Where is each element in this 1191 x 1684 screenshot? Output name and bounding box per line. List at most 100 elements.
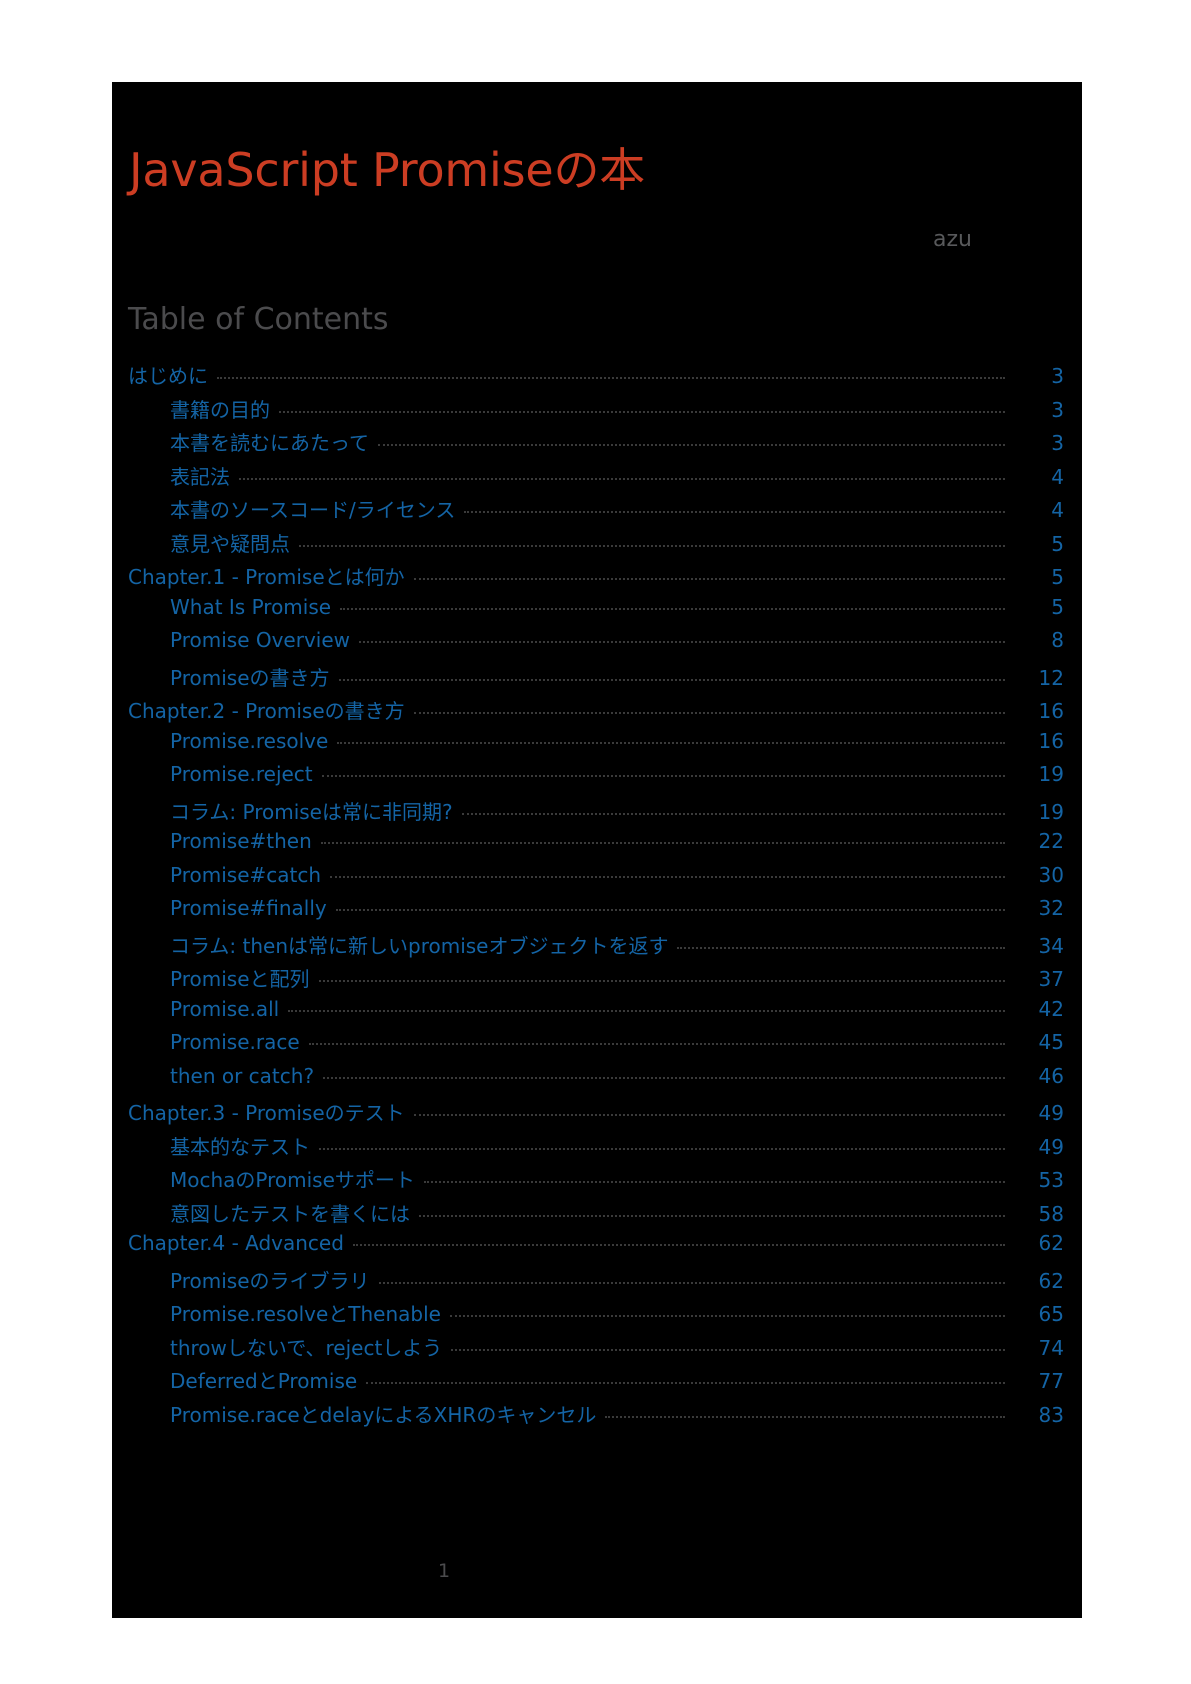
toc-entry-page-number: 74 <box>1038 1335 1064 1360</box>
toc-entry[interactable]: 意見や疑問点 5 <box>112 528 1082 562</box>
toc-dot-leader <box>449 1314 1005 1317</box>
toc-entry[interactable]: throwしないで、rejectしよう 74 <box>112 1332 1082 1366</box>
toc-entry[interactable]: Promise.resolve 16 <box>112 729 1082 763</box>
toc-dot-leader <box>338 678 1005 681</box>
toc-dot-leader <box>337 741 1005 744</box>
toc-entry[interactable]: 書籍の目的 3 <box>112 394 1082 428</box>
toc-entry-page-number: 53 <box>1038 1168 1064 1192</box>
toc-dot-leader <box>423 1180 1005 1183</box>
toc-entry-label: then or catch? <box>170 1063 315 1088</box>
toc-dot-leader <box>677 946 1005 949</box>
toc-entry-label: Promise#then <box>170 829 312 853</box>
toc-entry-label: 表記法 <box>170 464 230 489</box>
toc-entry-page-number: 42 <box>1038 996 1064 1021</box>
toc-entry[interactable]: Promise.reject 19 <box>112 762 1082 796</box>
toc-entry-label: Promise.reject <box>170 762 313 786</box>
toc-entry[interactable]: はじめに 3 <box>112 360 1082 394</box>
toc-entry[interactable]: Promiseのライブラリ 62 <box>112 1265 1082 1299</box>
toc-entry-label: Promise#catch <box>170 862 322 887</box>
toc-dot-leader <box>378 1281 1005 1284</box>
toc-entry-label: Chapter.1 - Promiseとは何か <box>128 565 405 589</box>
toc-dot-leader <box>413 1113 1005 1116</box>
toc-dot-leader <box>239 477 1005 480</box>
toc-entry-page-number: 19 <box>1038 799 1064 824</box>
toc-entry[interactable]: コラム: thenは常に新しいpromiseオブジェクトを返す 34 <box>112 930 1082 964</box>
toc-entry-label: 本書のソースコード/ライセンス <box>170 498 456 522</box>
toc-entry-label: Promise#finally <box>170 896 327 920</box>
toc-entry-page-number: 5 <box>1051 565 1064 589</box>
toc-dot-leader <box>419 1214 1005 1217</box>
toc-dot-leader <box>323 1076 1005 1079</box>
toc-entry-page-number: 3 <box>1051 364 1064 388</box>
toc-entry[interactable]: Chapter.4 - Advanced 62 <box>112 1231 1082 1265</box>
toc-entry[interactable]: Promise.resolveとThenable 65 <box>112 1298 1082 1332</box>
toc-entry-page-number: 3 <box>1051 431 1064 455</box>
toc-dot-leader <box>378 443 1005 446</box>
toc-entry-label: Chapter.3 - Promiseのテスト <box>128 1101 405 1125</box>
author-name: azu <box>933 227 972 252</box>
toc-entry[interactable]: Promise#catch 30 <box>112 863 1082 897</box>
toc-entry-label: コラム: Promiseは常に非同期? <box>170 799 453 824</box>
toc-dot-leader <box>321 774 1005 777</box>
toc-dot-leader <box>352 1243 1005 1246</box>
toc-entry[interactable]: Promise.raceとdelayによるXHRのキャンセル 83 <box>112 1399 1082 1433</box>
toc-entry-label: What Is Promise <box>170 594 332 619</box>
toc-entry-label: Promise.all <box>170 996 280 1021</box>
toc-entry-page-number: 58 <box>1038 1201 1064 1226</box>
toc-entry-label: Promise Overview <box>170 628 351 652</box>
toc-dot-leader <box>605 1415 1005 1418</box>
toc-entry-page-number: 30 <box>1038 862 1064 887</box>
table-of-contents-list: はじめに 3 書籍の目的 3 本書を読むにあたって 3 表記法 4 本書のソースコード/ライセン… <box>112 360 1082 1432</box>
toc-entry[interactable]: What Is Promise 5 <box>112 595 1082 629</box>
toc-entry[interactable]: 本書を読むにあたって 3 <box>112 427 1082 461</box>
toc-entry-label: Promise.race <box>170 1030 300 1054</box>
toc-entry-label: 書籍の目的 <box>170 397 270 422</box>
toc-entry-page-number: 49 <box>1038 1134 1064 1159</box>
toc-dot-leader <box>299 544 1005 547</box>
toc-entry-label: コラム: thenは常に新しいpromiseオブジェクトを返す <box>170 933 669 958</box>
toc-entry-label: 意見や疑問点 <box>170 531 290 556</box>
toc-entry-page-number: 16 <box>1038 699 1064 723</box>
toc-entry-page-number: 65 <box>1038 1302 1064 1326</box>
toc-dot-leader <box>451 1348 1005 1351</box>
toc-entry[interactable]: then or catch? 46 <box>112 1064 1082 1098</box>
toc-entry[interactable]: DeferredとPromise 77 <box>112 1365 1082 1399</box>
toc-entry[interactable]: Promiseと配列 37 <box>112 963 1082 997</box>
toc-entry-page-number: 4 <box>1051 464 1064 489</box>
toc-entry-page-number: 83 <box>1038 1402 1064 1427</box>
toc-entry[interactable]: Promiseの書き方 12 <box>112 662 1082 696</box>
toc-dot-leader <box>335 908 1005 911</box>
toc-entry[interactable]: Promise Overview 8 <box>112 628 1082 662</box>
toc-entry-label: Promiseと配列 <box>170 967 310 991</box>
toc-entry[interactable]: Promise.all 42 <box>112 997 1082 1031</box>
toc-entry-page-number: 34 <box>1038 933 1064 958</box>
toc-dot-leader <box>288 1009 1005 1012</box>
toc-entry[interactable]: MochaのPromiseサポート 53 <box>112 1164 1082 1198</box>
toc-entry-page-number: 49 <box>1038 1101 1064 1125</box>
toc-entry[interactable]: 表記法 4 <box>112 461 1082 495</box>
toc-entry[interactable]: 意図したテストを書くには 58 <box>112 1198 1082 1232</box>
toc-dot-leader <box>279 410 1005 413</box>
toc-entry-page-number: 32 <box>1038 896 1064 920</box>
toc-entry[interactable]: Chapter.2 - Promiseの書き方 16 <box>112 695 1082 729</box>
toc-entry-page-number: 77 <box>1038 1369 1064 1393</box>
toc-entry-label: Promiseの書き方 <box>170 665 330 690</box>
toc-entry[interactable]: 基本的なテスト 49 <box>112 1131 1082 1165</box>
toc-entry[interactable]: 本書のソースコード/ライセンス 4 <box>112 494 1082 528</box>
toc-entry-label: 本書を読むにあたって <box>170 431 369 455</box>
toc-entry[interactable]: コラム: Promiseは常に非同期? 19 <box>112 796 1082 830</box>
toc-entry[interactable]: Promise#finally 32 <box>112 896 1082 930</box>
toc-entry-page-number: 12 <box>1038 665 1064 690</box>
toc-entry-page-number: 46 <box>1038 1063 1064 1088</box>
toc-entry[interactable]: Promise#then 22 <box>112 829 1082 863</box>
toc-entry-label: はじめに <box>128 364 208 388</box>
toc-entry[interactable]: Chapter.3 - Promiseのテスト 49 <box>112 1097 1082 1131</box>
toc-entry-label: 基本的なテスト <box>170 1134 310 1159</box>
toc-entry[interactable]: Chapter.1 - Promiseとは何か 5 <box>112 561 1082 595</box>
toc-dot-leader <box>319 1147 1005 1150</box>
toc-dot-leader <box>366 1381 1005 1384</box>
toc-entry-page-number: 4 <box>1051 498 1064 522</box>
toc-entry-page-number: 45 <box>1038 1030 1064 1054</box>
toc-entry[interactable]: Promise.race 45 <box>112 1030 1082 1064</box>
toc-entry-page-number: 5 <box>1051 594 1064 619</box>
